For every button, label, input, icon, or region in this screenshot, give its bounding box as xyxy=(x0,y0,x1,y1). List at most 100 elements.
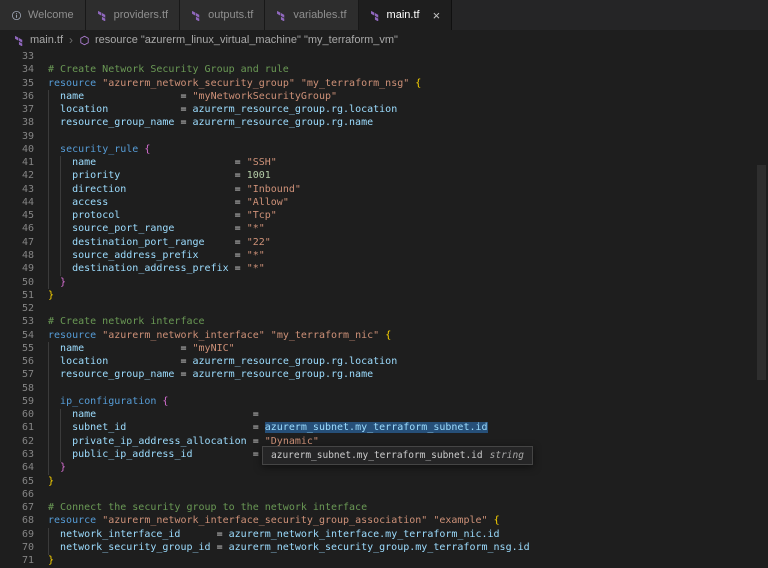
code-text: } xyxy=(48,276,66,289)
code-line[interactable]: 42 priority = 1001 xyxy=(0,169,768,182)
line-number: 34 xyxy=(0,63,34,76)
line-number: 67 xyxy=(0,501,34,514)
line-number: 58 xyxy=(0,382,34,395)
tab-variables-tf[interactable]: variables.tf xyxy=(265,0,358,30)
line-number: 71 xyxy=(0,554,34,567)
code-text: # Connect the security group to the netw… xyxy=(48,501,367,514)
code-line[interactable]: 58 xyxy=(0,382,768,395)
editor[interactable]: 3334# Create Network Security Group and … xyxy=(0,50,768,568)
code-text: resource_group_name = azurerm_resource_g… xyxy=(48,368,373,381)
code-line[interactable]: 67 # Connect the security group to the ne… xyxy=(0,501,768,514)
code-line[interactable]: 33 xyxy=(0,50,768,63)
line-number: 63 xyxy=(0,448,34,461)
tab-label: providers.tf xyxy=(114,9,168,21)
code-text: priority = 1001 xyxy=(48,169,271,182)
code-line[interactable]: 48 source_address_prefix = "*" xyxy=(0,249,768,262)
code-text: ip_configuration { xyxy=(48,395,168,408)
code-line[interactable]: 36 name = "myNetworkSecurityGroup" xyxy=(0,90,768,103)
line-number: 39 xyxy=(0,130,34,143)
hover-expression: azurerm_subnet.my_terraform_subnet.id xyxy=(271,450,483,461)
indent-guide xyxy=(48,342,49,475)
breadcrumb-item[interactable]: resource "azurerm_linux_virtual_machine"… xyxy=(79,34,398,46)
code-text: } xyxy=(48,554,54,567)
terraform-icon xyxy=(276,10,287,21)
code-text: subnet_id = azurerm_subnet.my_terraform_… xyxy=(48,421,488,434)
code-line[interactable]: 40 security_rule { xyxy=(0,143,768,156)
tab-outputs-tf[interactable]: outputs.tf xyxy=(180,0,265,30)
code-text: name = xyxy=(48,408,265,421)
code-line[interactable]: 34# Create Network Security Group and ru… xyxy=(0,63,768,76)
code-text: } xyxy=(48,289,54,302)
line-number: 53 xyxy=(0,315,34,328)
code-line[interactable]: 59 ip_configuration { xyxy=(0,395,768,408)
code-line[interactable]: 46 source_port_range = "*" xyxy=(0,222,768,235)
code-line[interactable]: 47 destination_port_range = "22" xyxy=(0,236,768,249)
code-text: source_port_range = "*" xyxy=(48,222,265,235)
line-number: 50 xyxy=(0,276,34,289)
code-line[interactable]: 44 access = "Allow" xyxy=(0,196,768,209)
code-text: security_rule { xyxy=(48,143,150,156)
hover-type: string xyxy=(490,450,524,461)
indent-guide xyxy=(48,528,49,555)
code-text: destination_address_prefix = "*" xyxy=(48,262,265,275)
code-text: network_security_group_id = azurerm_netw… xyxy=(48,541,530,554)
code-text: location = azurerm_resource_group.rg.loc… xyxy=(48,355,397,368)
code-line[interactable]: 50 } xyxy=(0,276,768,289)
code-text: resource "azurerm_network_interface_secu… xyxy=(48,514,500,527)
code-line[interactable]: 39 xyxy=(0,130,768,143)
code-text: name = "myNIC" xyxy=(48,342,235,355)
code-text: } xyxy=(48,461,66,474)
line-number: 51 xyxy=(0,289,34,302)
line-number: 65 xyxy=(0,475,34,488)
code-line[interactable]: 43 direction = "Inbound" xyxy=(0,183,768,196)
tab-label: outputs.tf xyxy=(208,9,253,21)
line-number: 38 xyxy=(0,116,34,129)
code-text: name = "SSH" xyxy=(48,156,277,169)
symbol-icon xyxy=(79,35,90,46)
code-line[interactable]: 35resource "azurerm_network_security_gro… xyxy=(0,77,768,90)
breadcrumb-item[interactable]: main.tf xyxy=(14,34,63,46)
indent-guide xyxy=(60,156,61,276)
code-line[interactable]: 70 network_security_group_id = azurerm_n… xyxy=(0,541,768,554)
tab-main-tf[interactable]: main.tf × xyxy=(359,0,453,30)
code-line[interactable]: 49 destination_address_prefix = "*" xyxy=(0,262,768,275)
code-line[interactable]: 37 location = azurerm_resource_group.rg.… xyxy=(0,103,768,116)
code-line[interactable]: 54resource "azurerm_network_interface" "… xyxy=(0,329,768,342)
line-number: 44 xyxy=(0,196,34,209)
code-line[interactable]: 55 name = "myNIC" xyxy=(0,342,768,355)
code-text: network_interface_id = azurerm_network_i… xyxy=(48,528,500,541)
line-number: 62 xyxy=(0,435,34,448)
line-number: 57 xyxy=(0,368,34,381)
close-icon[interactable]: × xyxy=(433,9,441,22)
code-line[interactable]: 71} xyxy=(0,554,768,567)
code-line[interactable]: 57 resource_group_name = azurerm_resourc… xyxy=(0,368,768,381)
vertical-scrollbar[interactable] xyxy=(757,165,766,380)
code-line[interactable]: 69 network_interface_id = azurerm_networ… xyxy=(0,528,768,541)
code-line[interactable]: 56 location = azurerm_resource_group.rg.… xyxy=(0,355,768,368)
tab-welcome[interactable]: Welcome xyxy=(0,0,86,30)
line-number: 68 xyxy=(0,514,34,527)
code-line[interactable]: 66 xyxy=(0,488,768,501)
code-line[interactable]: 65} xyxy=(0,475,768,488)
tab-providers-tf[interactable]: providers.tf xyxy=(86,0,180,30)
line-number: 54 xyxy=(0,329,34,342)
code-line[interactable]: 61 subnet_id = azurerm_subnet.my_terrafo… xyxy=(0,421,768,434)
line-number: 48 xyxy=(0,249,34,262)
code-text: resource_group_name = azurerm_resource_g… xyxy=(48,116,373,129)
tab-label: Welcome xyxy=(28,9,74,21)
code-line[interactable]: 60 name = xyxy=(0,408,768,421)
code-text: source_address_prefix = "*" xyxy=(48,249,265,262)
code-text: access = "Allow" xyxy=(48,196,289,209)
code-line[interactable]: 51} xyxy=(0,289,768,302)
line-number: 37 xyxy=(0,103,34,116)
code-line[interactable]: 52 xyxy=(0,302,768,315)
code-line[interactable]: 68 resource "azurerm_network_interface_se… xyxy=(0,514,768,527)
code-line[interactable]: 41 name = "SSH" xyxy=(0,156,768,169)
line-number: 47 xyxy=(0,236,34,249)
code-line[interactable]: 38 resource_group_name = azurerm_resourc… xyxy=(0,116,768,129)
breadcrumb: main.tf›resource "azurerm_linux_virtual_… xyxy=(0,30,768,50)
code-line[interactable]: 45 protocol = "Tcp" xyxy=(0,209,768,222)
code-line[interactable]: 53# Create network interface xyxy=(0,315,768,328)
line-number: 49 xyxy=(0,262,34,275)
tab-label: main.tf xyxy=(387,9,420,21)
